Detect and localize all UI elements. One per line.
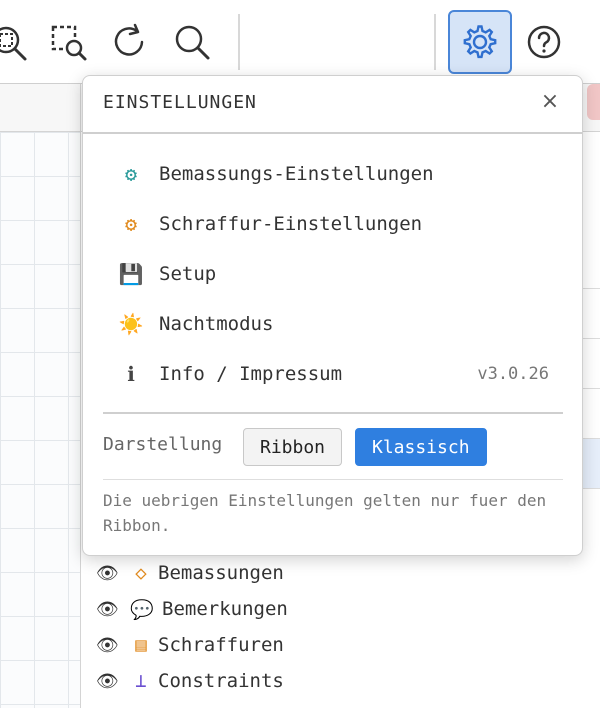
layer-label: Constraints [158,670,284,692]
search-icon [175,25,210,60]
menu-item-night-mode[interactable]: ☀️ Nachtmodus [103,302,563,346]
zoom-extents-icon [0,26,27,61]
panel-row-edge [580,438,600,488]
layer-item-schraffuren[interactable]: 👁 ▤ Schraffuren [96,630,284,660]
zoom-window-button[interactable] [36,10,100,74]
menu-item-info-imprint[interactable]: ℹ Info / Impressum v3.0.26 [103,352,563,396]
layer-label: Bemassungen [158,562,284,584]
help-button[interactable] [512,10,576,74]
eye-icon[interactable]: 👁 [96,671,122,692]
redo-button[interactable] [98,10,162,74]
comment-icon: 💬 [130,598,154,621]
layer-item-bemassungen[interactable]: 👁 ◇ Bemassungen [96,558,284,588]
constraint-icon: ⊥ [135,670,147,692]
info-icon: ℹ [127,362,135,386]
settings-gear-icon [463,25,497,59]
sun-icon: ☀️ [118,312,144,336]
layer-label: Bemerkungen [162,598,288,620]
layer-label: Schraffuren [158,634,284,656]
panel-pin-marker[interactable] [587,84,600,120]
menu-item-setup[interactable]: 💾 Setup [103,252,563,296]
menu-item-hatch-settings[interactable]: ⚙ Schraffur-Einstellungen [103,202,563,246]
gear-icon: ⚙ [124,162,138,186]
view-mode-label: Darstellung [103,434,223,455]
gear-icon: ⚙ [124,212,138,236]
zoom-window-icon [51,25,87,61]
menu-item-label: Bemassungs-Einstellungen [159,163,434,185]
popup-title: EINSTELLUNGEN [103,92,257,113]
divider [83,132,582,134]
close-icon[interactable]: × [536,88,564,116]
settings-popup: EINSTELLUNGEN × ⚙ Bemassungs-Einstellung… [82,75,583,556]
version-label: v3.0.26 [477,364,549,384]
eye-icon[interactable]: 👁 [96,563,122,584]
dimension-icon: ◇ [135,562,147,584]
classic-view-button[interactable]: Klassisch [355,428,487,466]
divider [103,479,563,480]
panel-row-edge [580,338,600,388]
panel-row-edge [580,288,600,338]
help-icon [527,25,561,59]
panel-row-edge [580,388,600,438]
menu-item-dimension-settings[interactable]: ⚙ Bemassungs-Einstellungen [103,152,563,196]
floppy-disk-icon: 💾 [118,262,144,286]
menu-item-label: Setup [159,263,217,285]
eye-icon[interactable]: 👁 [96,635,122,656]
toolbar-separator [434,14,436,70]
toolbar-separator [238,14,240,70]
ribbon-view-button[interactable]: Ribbon [243,428,343,466]
redo-icon [114,23,144,56]
main-toolbar [0,0,600,84]
zoom-extents-button[interactable] [0,10,40,74]
ribbon-note: Die uebrigen Einstellungen gelten nur fu… [103,491,547,535]
layer-item-constraints[interactable]: 👁 ⊥ Constraints [96,666,284,696]
layer-item-bemerkungen[interactable]: 👁 💬 Bemerkungen [96,594,288,624]
drawing-canvas[interactable] [0,84,80,708]
divider [103,412,563,414]
search-button[interactable] [160,10,224,74]
menu-item-label: Nachtmodus [159,313,274,335]
eye-icon[interactable]: 👁 [96,599,122,620]
menu-item-label: Info / Impressum [159,363,343,385]
menu-item-label: Schraffur-Einstellungen [159,213,423,235]
settings-button[interactable] [448,10,512,74]
panel-row-edge [580,488,600,538]
hatch-icon: ▤ [135,634,147,656]
canvas-tab-strip [0,84,80,132]
